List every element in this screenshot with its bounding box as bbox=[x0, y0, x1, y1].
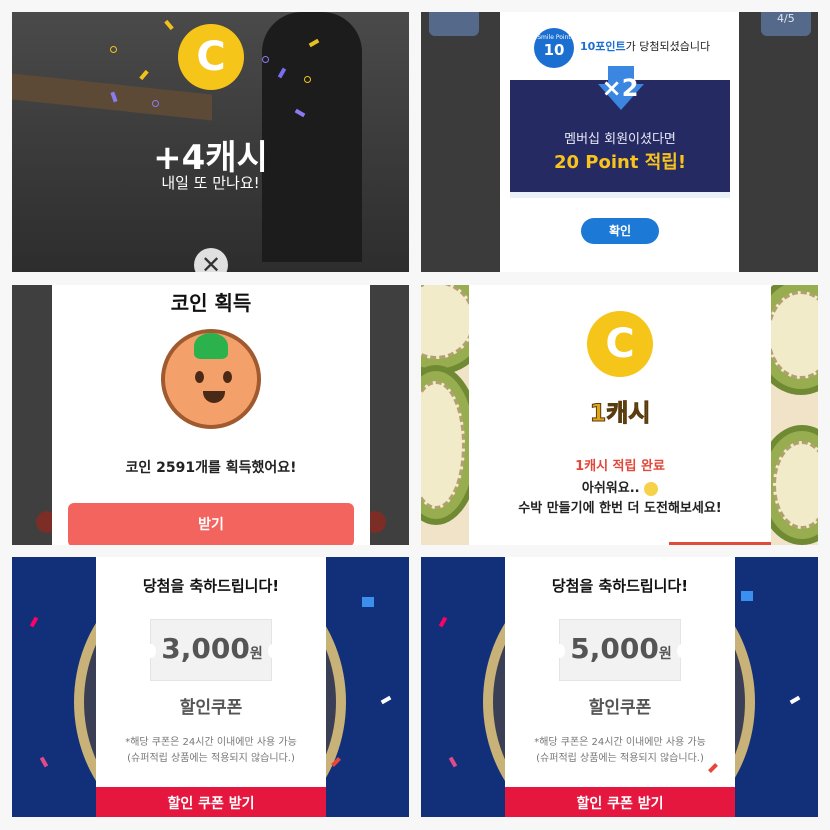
sorry-message: 아쉬워요.. bbox=[469, 477, 771, 496]
cash-coin-icon: C bbox=[587, 311, 653, 377]
confetti bbox=[380, 695, 392, 705]
congrats-heading: 당첨을 축하드립니다! bbox=[551, 577, 689, 595]
coupon-note: *해당 쿠폰은 24시간 이내에만 사용 가능 bbox=[125, 737, 297, 748]
bonus-point-line: 20 Point 적립! bbox=[553, 152, 687, 173]
confetti bbox=[741, 591, 753, 601]
point-won-message: 10포인트가 당첨되셨습니다 bbox=[580, 40, 711, 53]
confetti bbox=[304, 76, 311, 83]
retry-message: 수박 만들기에 한번 더 도전해보세요! bbox=[518, 501, 722, 516]
receive-button[interactable]: 받기 bbox=[68, 503, 354, 545]
confetti bbox=[39, 756, 49, 768]
confetti bbox=[789, 695, 801, 705]
coupon-amount: 3,000원 bbox=[161, 632, 263, 665]
multiplier-label: ×2 bbox=[601, 74, 639, 102]
coupon-panel-5000: 당첨을 축하드립니다! 5,000원 할인쿠폰 *해당 쿠폰은 24시간 이내에… bbox=[421, 557, 818, 817]
coupon-ticket: 5,000원 bbox=[555, 619, 687, 681]
modal-title: 코인 획득 bbox=[170, 291, 252, 315]
coupon-type: 할인쿠폰 bbox=[179, 698, 243, 718]
coupon-note: *해당 쿠폰은 24시간 이내에만 사용 가능 bbox=[534, 737, 706, 748]
confirm-button[interactable]: 확인 bbox=[581, 218, 659, 244]
coupon-type: 할인쿠폰 bbox=[588, 698, 652, 718]
coupon-ticket: 3,000원 bbox=[146, 619, 278, 681]
cash-reward-panel: C +4캐시 내일 또 만나요! ✕ bbox=[12, 12, 409, 272]
coin-message: 코인 2591개를 획득했어요! bbox=[125, 460, 297, 476]
membership-line: 멤버십 회원이셨다면 bbox=[564, 132, 676, 147]
coin-modal: 코인 획득 코인 2591개를 획득했어요! 받기 bbox=[52, 285, 370, 545]
confetti bbox=[362, 597, 374, 607]
confetti bbox=[152, 100, 159, 107]
coupon-panel-3000: 당첨을 축하드립니다! 3,000원 할인쿠폰 *해당 쿠폰은 24시간 이내에… bbox=[12, 557, 409, 817]
smile-point-badge-icon: Smile Point 10 bbox=[534, 28, 574, 68]
smile-point-panel: 4/5 Smile Point 10 10포인트가 당첨되셨습니다 멤버십 회원… bbox=[421, 12, 818, 272]
confetti bbox=[438, 616, 448, 628]
coupon-modal: 당첨을 축하드립니다! 3,000원 할인쿠폰 *해당 쿠폰은 24시간 이내에… bbox=[96, 557, 326, 817]
get-coupon-button[interactable]: 할인 쿠폰 받기 bbox=[96, 787, 326, 817]
congrats-heading: 당첨을 축하드립니다! bbox=[142, 577, 280, 595]
confetti bbox=[262, 56, 269, 63]
progress-bar bbox=[669, 542, 771, 545]
coupon-note: (슈퍼적립 상품에는 적용되지 않습니다.) bbox=[536, 753, 704, 764]
confetti bbox=[29, 616, 39, 628]
sad-face-icon bbox=[644, 481, 659, 496]
confetti bbox=[448, 756, 458, 768]
result-modal: C 1캐시 1캐시 적립 완료 아쉬워요.. 수박 만들기에 한번 더 도전해보… bbox=[469, 285, 771, 545]
carrot-leaf-icon bbox=[194, 333, 228, 359]
page-indicator: 4/5 bbox=[777, 12, 795, 25]
watermelon-result-panel: C 1캐시 1캐시 적립 완료 아쉬워요.. 수박 만들기에 한번 더 도전해보… bbox=[421, 285, 818, 545]
coupon-modal: 당첨을 축하드립니다! 5,000원 할인쿠폰 *해당 쿠폰은 24시간 이내에… bbox=[505, 557, 735, 817]
coupon-amount: 5,000원 bbox=[570, 632, 672, 665]
coupon-note: (슈퍼적립 상품에는 적용되지 않습니다.) bbox=[127, 753, 295, 764]
cash-title: 1캐시 bbox=[589, 399, 651, 428]
cash-coin-icon: C bbox=[178, 24, 244, 90]
coin-reward-panel: 코인 획득 코인 2591개를 획득했어요! 받기 bbox=[12, 285, 409, 545]
get-coupon-button[interactable]: 할인 쿠폰 받기 bbox=[505, 787, 735, 817]
background-tab bbox=[429, 12, 479, 36]
cash-subtitle: 내일 또 만나요! bbox=[161, 174, 260, 192]
point-card: Smile Point 10 10포인트가 당첨되셨습니다 멤버십 회원이셨다면… bbox=[510, 12, 730, 198]
cash-done-message: 1캐시 적립 완료 bbox=[575, 459, 665, 474]
confetti bbox=[110, 46, 117, 53]
